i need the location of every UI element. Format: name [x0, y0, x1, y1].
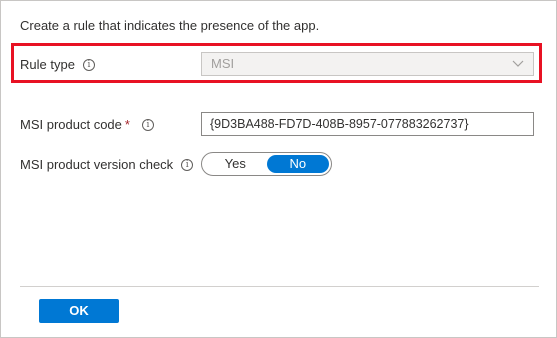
info-icon[interactable]: i — [82, 58, 95, 71]
ok-button[interactable]: OK — [39, 299, 119, 323]
msi-product-code-input[interactable]: {9D3BA488-FD7D-408B-8957-077883262737} — [201, 112, 534, 136]
toggle-option-no[interactable]: No — [266, 155, 329, 173]
footer-divider — [20, 286, 539, 287]
msi-product-code-value: {9D3BA488-FD7D-408B-8957-077883262737} — [210, 117, 469, 131]
intro-text: Create a rule that indicates the presenc… — [20, 18, 320, 33]
msi-version-check-label-row: MSI product version check i — [20, 157, 194, 172]
required-marker: * — [124, 117, 130, 132]
info-icon[interactable]: i — [181, 158, 194, 171]
chevron-down-icon — [512, 60, 524, 67]
msi-product-code-label: MSI product code — [20, 117, 122, 132]
rule-dialog: Create a rule that indicates the presenc… — [0, 0, 557, 338]
msi-version-check-toggle[interactable]: Yes No — [201, 152, 332, 176]
msi-product-code-label-row: MSI product code * i — [20, 117, 154, 132]
rule-type-label: Rule type — [20, 57, 75, 72]
rule-type-label-row: Rule type i — [20, 57, 95, 72]
msi-version-check-label: MSI product version check — [20, 157, 174, 172]
rule-type-select[interactable]: MSI — [201, 52, 534, 76]
toggle-option-yes[interactable]: Yes — [204, 155, 267, 173]
rule-type-selected-value: MSI — [211, 56, 235, 71]
info-icon[interactable]: i — [141, 118, 154, 131]
